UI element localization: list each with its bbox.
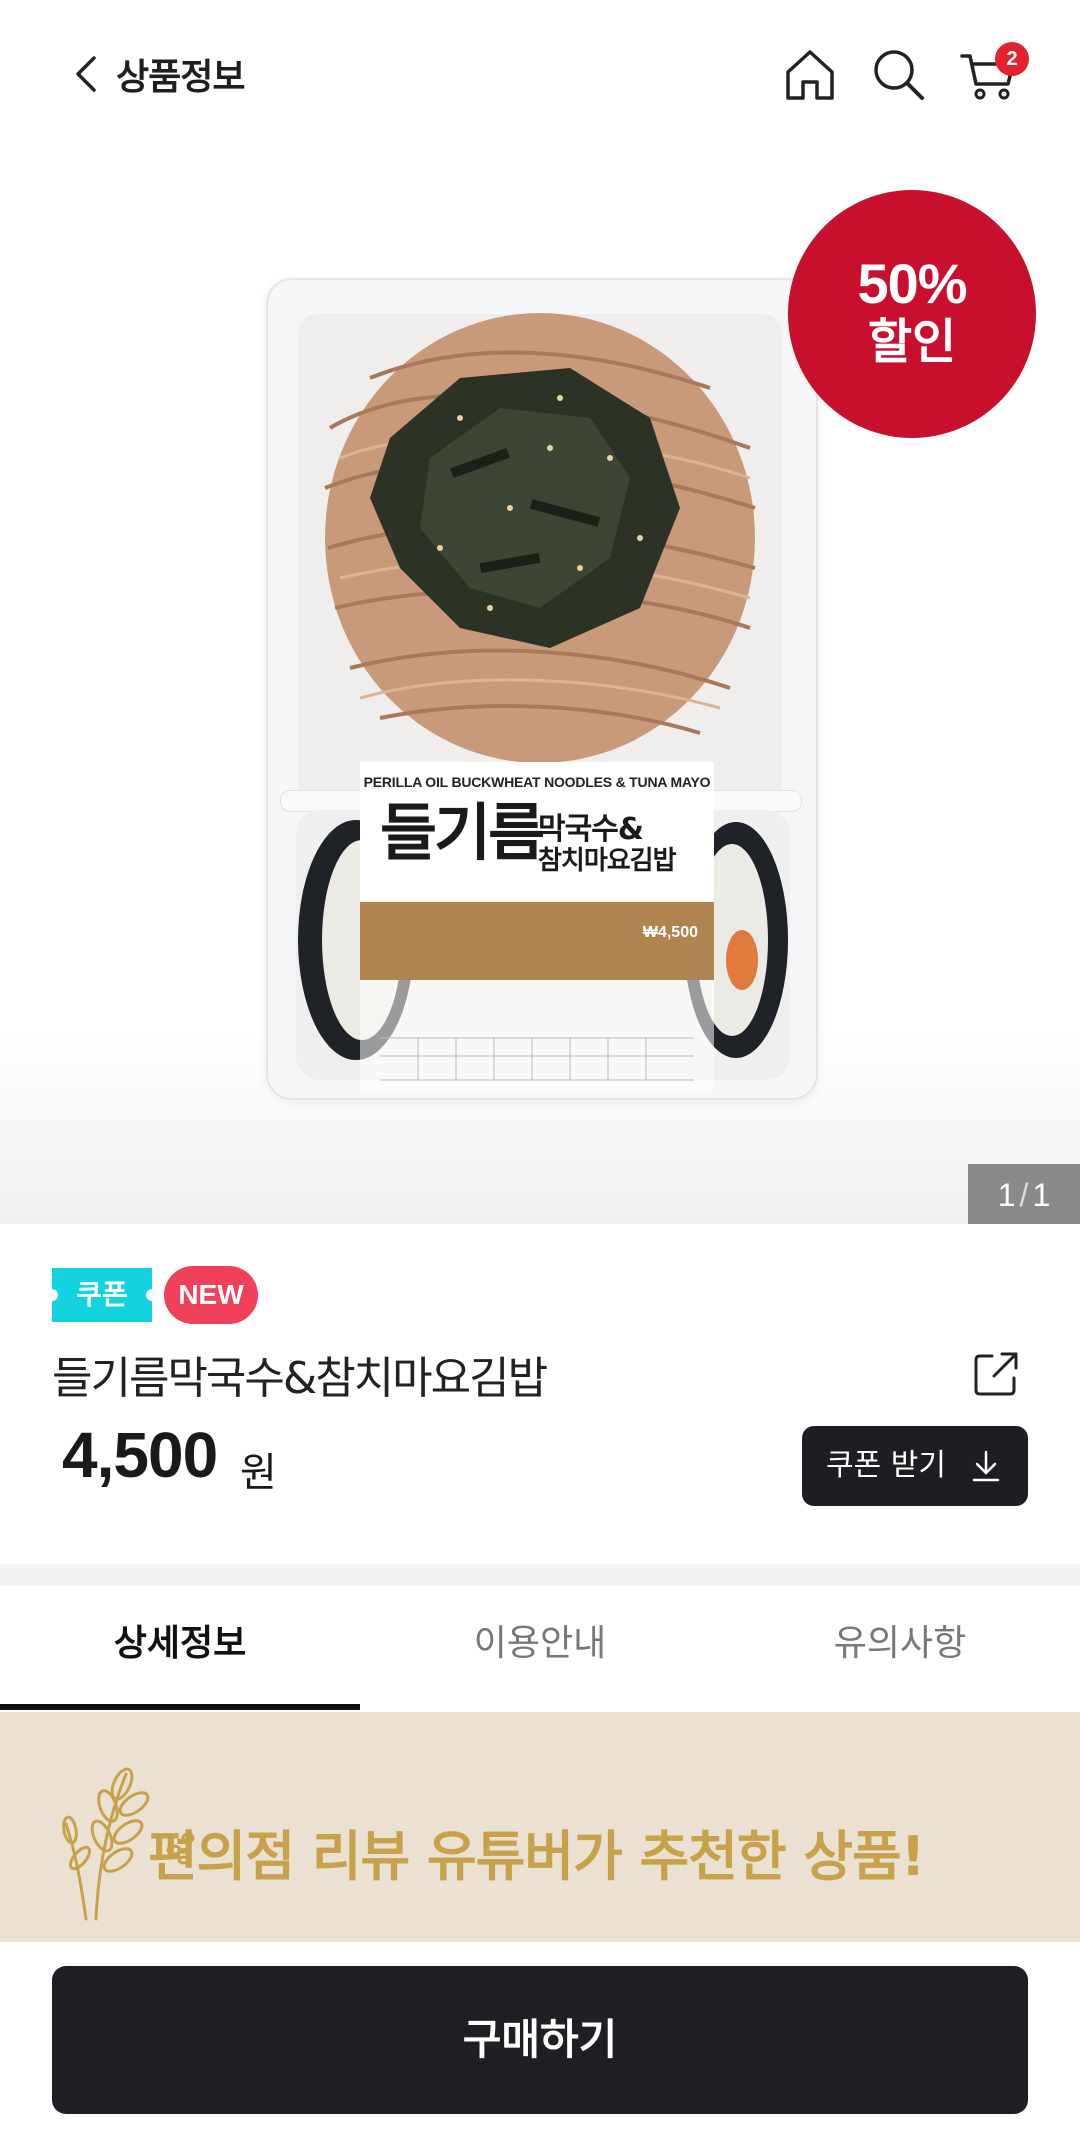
search-icon[interactable] [868, 44, 928, 104]
banner-headline: 편의점 리뷰 유튜버가 추천한 상품! [148, 1825, 925, 1888]
product-name: 들기름막국수&참치마요김밥 [52, 1353, 548, 1404]
pager-separator: / [1019, 1177, 1029, 1213]
pager-current: 1 [997, 1177, 1016, 1213]
image-pager: 1/1 [968, 1164, 1080, 1224]
top-app-bar: 상품정보 2 [0, 0, 1080, 150]
get-coupon-button[interactable]: 쿠폰 받기 [802, 1426, 1028, 1506]
noodles-illustration [324, 313, 756, 763]
recommendation-banner: 편의점 리뷰 유튜버가 추천한 상품! [0, 1712, 1080, 1942]
section-divider [0, 1564, 1080, 1586]
home-icon[interactable] [780, 44, 840, 104]
pager-total: 1 [1032, 1177, 1051, 1213]
nutrition-panel [360, 980, 714, 1092]
get-coupon-label: 쿠폰 받기 [826, 1448, 946, 1483]
product-price: 4,500 [62, 1419, 218, 1491]
tab-usage-guide[interactable]: 이용안내 [360, 1586, 720, 1712]
tab-precautions[interactable]: 유의사항 [720, 1586, 1080, 1712]
package-label: PERILLA OIL BUCKWHEAT NOODLES & TUNA MAY… [360, 762, 714, 902]
package-label-band: ₩4,500 [360, 902, 714, 980]
price-unit: 원 [240, 1450, 277, 1496]
new-badge: NEW [164, 1266, 258, 1324]
buy-button[interactable]: 구매하기 [52, 1966, 1028, 2114]
nutrition-table-graphic [380, 1037, 694, 1081]
share-icon[interactable] [970, 1348, 1022, 1400]
coupon-badge: 쿠폰 [46, 1268, 158, 1322]
active-tab-indicator [0, 1704, 360, 1710]
download-icon [972, 1450, 1000, 1482]
page-title: 상품정보 [116, 57, 245, 98]
bottom-action-bar: 구매하기 [0, 1942, 1080, 2134]
cart-count-badge: 2 [995, 42, 1029, 76]
product-image-carousel[interactable]: PERILLA OIL BUCKWHEAT NOODLES & TUNA MAY… [0, 150, 1080, 1224]
tab-detail-info[interactable]: 상세정보 [0, 1586, 360, 1712]
discount-badge: 50% 할인 [788, 190, 1036, 438]
chevron-left-icon[interactable] [66, 52, 106, 96]
detail-tabs: 상세정보 이용안내 유의사항 [0, 1586, 1080, 1714]
